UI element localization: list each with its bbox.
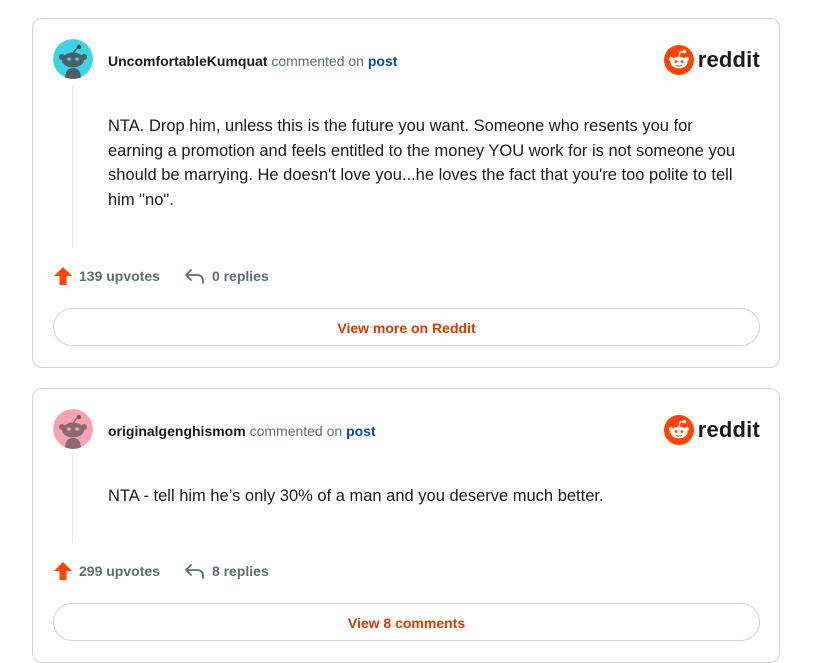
commented-on-text: commented on: [249, 423, 343, 439]
post-link[interactable]: post: [368, 53, 398, 69]
reddit-wordmark: reddit: [697, 417, 760, 442]
view-comments-button[interactable]: View 8 comments: [53, 603, 760, 641]
comment-actions: 139 upvotes 0 replies: [53, 266, 293, 286]
reply-count: 8 replies: [211, 563, 269, 579]
reply-count: 0 replies: [211, 268, 269, 284]
reddit-logo-icon: [663, 45, 694, 75]
comment-card-2: originalgenghismom commented on post red…: [32, 388, 780, 663]
reply-arrow-icon: [185, 269, 204, 284]
upvote-action[interactable]: 299 upvotes: [53, 561, 160, 581]
reddit-wordmark: reddit: [697, 47, 760, 72]
comment-actions: 299 upvotes 8 replies: [53, 561, 293, 581]
reply-action[interactable]: 0 replies: [184, 267, 269, 285]
reply-action[interactable]: 8 replies: [184, 562, 269, 580]
thread-line: [72, 85, 73, 248]
comment-card-1: UncomfortableKumquat commented on post r…: [32, 18, 780, 368]
reddit-logo-icon: [663, 415, 694, 445]
upvote-count: 299 upvotes: [79, 563, 160, 579]
reddit-logo[interactable]: reddit: [663, 45, 760, 75]
view-more-button[interactable]: View more on Reddit: [53, 308, 760, 346]
username-link[interactable]: originalgenghismom: [108, 423, 246, 439]
upvote-action[interactable]: 139 upvotes: [53, 266, 160, 286]
username-link[interactable]: UncomfortableKumquat: [108, 53, 267, 69]
upvote-arrow-icon: [54, 562, 72, 580]
thread-line: [72, 455, 73, 543]
comment-body: NTA - tell him he’s only 30% of a man an…: [108, 487, 604, 505]
upvote-arrow-icon: [54, 267, 72, 285]
reddit-logo[interactable]: reddit: [663, 415, 760, 445]
upvote-count: 139 upvotes: [79, 268, 160, 284]
comment-body: NTA. Drop him, unless this is the future…: [108, 117, 736, 209]
comment-meta: UncomfortableKumquat commented on post: [108, 53, 397, 69]
commented-on-text: commented on: [271, 53, 364, 69]
snoo-avatar-icon[interactable]: [53, 39, 93, 79]
reply-arrow-icon: [185, 564, 204, 579]
snoo-avatar-icon[interactable]: [53, 409, 93, 449]
comment-meta: originalgenghismom commented on post: [108, 423, 376, 439]
post-link[interactable]: post: [346, 423, 376, 439]
